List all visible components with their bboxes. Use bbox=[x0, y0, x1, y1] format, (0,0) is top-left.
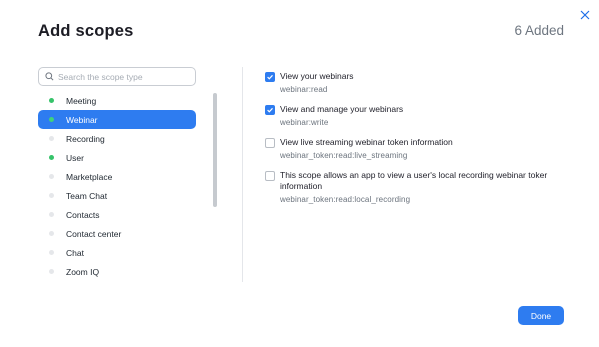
category-list: Meeting Webinar Recording User Marketpla… bbox=[38, 91, 196, 281]
scope-item[interactable]: This scope allows an app to view a user'… bbox=[265, 170, 565, 205]
category-label: Chat bbox=[66, 247, 84, 258]
status-dot bbox=[49, 174, 54, 179]
scope-code: webinar:read bbox=[280, 85, 328, 94]
category-item-zoom-iq[interactable]: Zoom IQ bbox=[38, 262, 196, 281]
category-item-chat[interactable]: Chat bbox=[38, 243, 196, 262]
scope-checkbox[interactable] bbox=[265, 105, 275, 115]
category-item-contacts[interactable]: Contacts bbox=[38, 205, 196, 224]
category-item-recording[interactable]: Recording bbox=[38, 129, 196, 148]
category-item-team-chat[interactable]: Team Chat bbox=[38, 186, 196, 205]
scope-checkbox[interactable] bbox=[265, 171, 275, 181]
scope-name: View and manage your webinars bbox=[280, 104, 404, 114]
category-item-user[interactable]: User bbox=[38, 148, 196, 167]
status-dot bbox=[49, 117, 54, 122]
panel-divider bbox=[242, 67, 243, 282]
category-label: Contact center bbox=[66, 228, 122, 239]
scope-name: View your webinars bbox=[280, 71, 354, 81]
category-label: Contacts bbox=[66, 209, 100, 220]
category-item-marketplace[interactable]: Marketplace bbox=[38, 167, 196, 186]
scope-item[interactable]: View live streaming webinar token inform… bbox=[265, 137, 565, 170]
search-input[interactable] bbox=[58, 71, 188, 82]
scope-item[interactable]: View and manage your webinars webinar:wr… bbox=[265, 104, 565, 137]
scope-list: View your webinars webinar:read View and… bbox=[265, 71, 565, 205]
dialog-title: Add scopes bbox=[38, 22, 134, 40]
scope-checkbox[interactable] bbox=[265, 138, 275, 148]
scope-name: This scope allows an app to view a user'… bbox=[280, 170, 548, 191]
category-label: User bbox=[66, 152, 84, 163]
done-button[interactable]: Done bbox=[518, 306, 564, 325]
scope-search[interactable] bbox=[38, 67, 196, 86]
status-dot bbox=[49, 231, 54, 236]
checkmark-icon bbox=[267, 107, 273, 113]
category-label: Team Chat bbox=[66, 190, 108, 201]
scope-checkbox[interactable] bbox=[265, 72, 275, 82]
category-label: Meeting bbox=[66, 95, 97, 106]
status-dot bbox=[49, 155, 54, 160]
added-count: 6 Added bbox=[514, 23, 564, 38]
status-dot bbox=[49, 212, 54, 217]
category-label: Webinar bbox=[66, 114, 98, 125]
status-dot bbox=[49, 269, 54, 274]
category-item-webinar[interactable]: Webinar bbox=[38, 110, 196, 129]
status-dot bbox=[49, 250, 54, 255]
status-dot bbox=[49, 193, 54, 198]
status-dot bbox=[49, 98, 54, 103]
status-dot bbox=[49, 136, 54, 141]
scope-code: webinar_token:read:live_streaming bbox=[280, 151, 408, 160]
category-label: Zoom IQ bbox=[66, 266, 100, 277]
category-scrollbar[interactable] bbox=[213, 93, 217, 207]
category-item-meeting[interactable]: Meeting bbox=[38, 91, 196, 110]
category-label: Recording bbox=[66, 133, 105, 144]
scope-name: View live streaming webinar token inform… bbox=[280, 137, 453, 147]
checkmark-icon bbox=[267, 74, 273, 80]
close-icon[interactable] bbox=[580, 8, 594, 22]
search-icon bbox=[45, 72, 54, 81]
scope-code: webinar:write bbox=[280, 118, 329, 127]
scope-item[interactable]: View your webinars webinar:read bbox=[265, 71, 565, 104]
category-label: Marketplace bbox=[66, 171, 113, 182]
scope-code: webinar_token:read:local_recording bbox=[280, 195, 411, 204]
category-item-contact-center[interactable]: Contact center bbox=[38, 224, 196, 243]
